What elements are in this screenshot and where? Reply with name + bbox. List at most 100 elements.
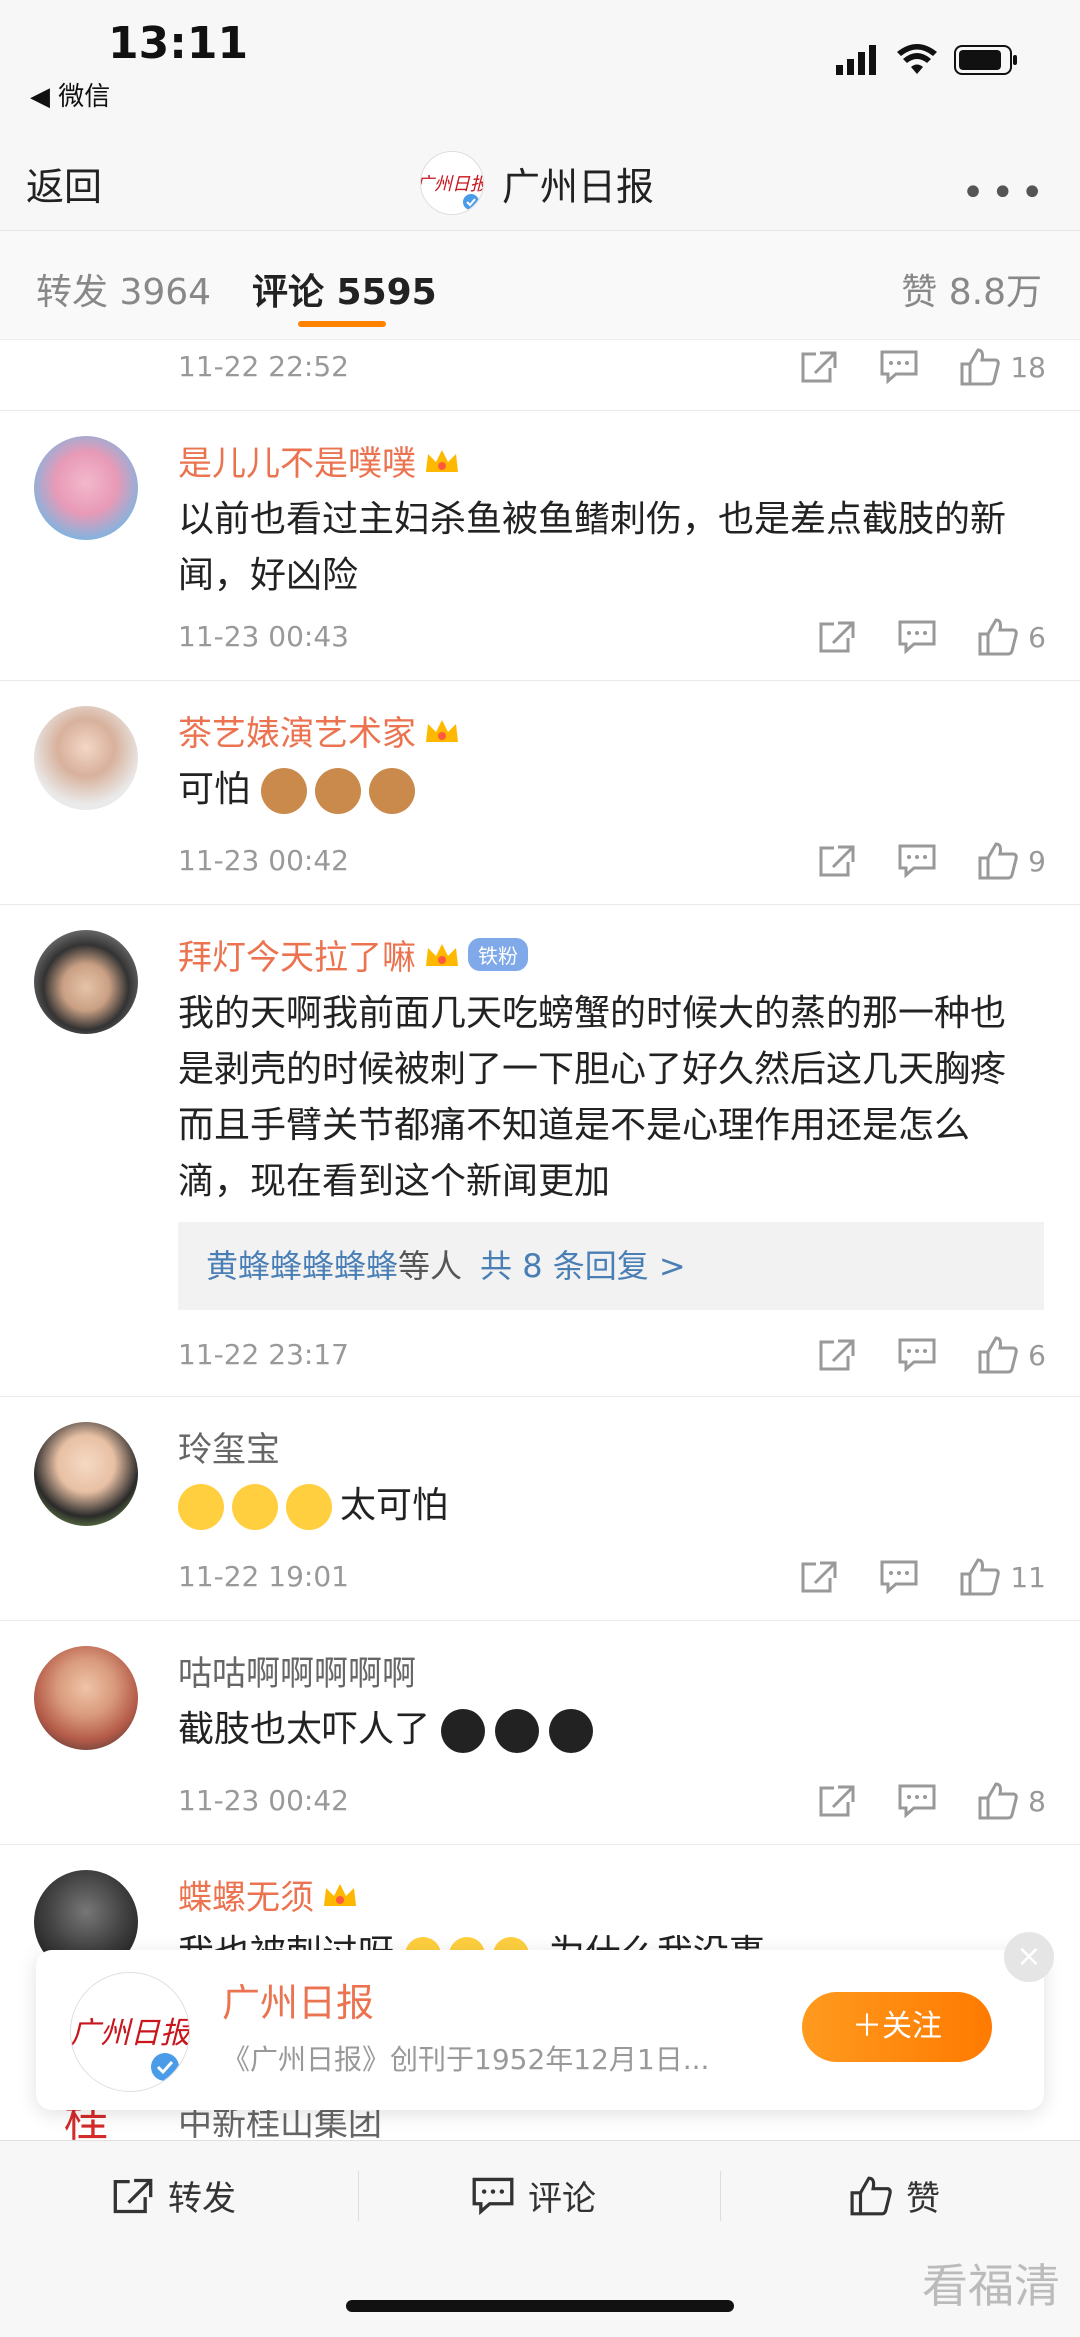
like-count: 6 bbox=[1028, 620, 1046, 654]
comment-text: 以前也看过主妇杀鱼被鱼鳍刺伤，也是差点截肢的新闻，好凶险 bbox=[178, 499, 1007, 596]
avatar[interactable] bbox=[34, 436, 138, 540]
monkey-emoji-icon bbox=[315, 768, 362, 814]
like-button[interactable]: 6 bbox=[978, 618, 1046, 656]
like-count: 6 bbox=[1028, 1338, 1046, 1372]
page-title: 广州日报 bbox=[502, 164, 655, 209]
reply-summary[interactable]: 黄蜂蜂蜂蜂蜂等人共 8 条回复 > bbox=[178, 1222, 1044, 1310]
avatar[interactable] bbox=[34, 930, 138, 1034]
comment-text: 太可怕 bbox=[340, 1485, 449, 1526]
comment-username[interactable]: 蝶螺无须 bbox=[178, 1870, 358, 1919]
comment-actions: 9 bbox=[818, 842, 1046, 880]
comment-icon[interactable] bbox=[880, 1560, 918, 1594]
comment-icon[interactable] bbox=[898, 620, 936, 654]
nav-title-group[interactable]: 广州日报 广州日报 bbox=[420, 146, 654, 220]
watermark: 看福清 bbox=[922, 2259, 1060, 2313]
username-text: 咕咕啊啊啊啊啊 bbox=[178, 1654, 416, 1694]
comment-time: 11-22 23:17 bbox=[178, 1338, 349, 1371]
list-item: 是儿儿不是噗噗 以前也看过主妇杀鱼被鱼鳍刺伤，也是差点截肢的新闻，好凶险 11-… bbox=[0, 412, 1080, 681]
like-label: 赞 bbox=[906, 2179, 940, 2219]
thumbs-up-icon bbox=[978, 618, 1018, 656]
thumbs-up-icon bbox=[960, 1558, 1001, 1596]
username-text: 拜灯今天拉了嘛 bbox=[178, 938, 416, 978]
avatar[interactable] bbox=[34, 1422, 138, 1526]
share-icon[interactable] bbox=[800, 1560, 838, 1594]
share-icon bbox=[113, 2178, 153, 2213]
comment-actions: 6 bbox=[818, 1336, 1046, 1374]
username-text: 茶艺婊演艺术家 bbox=[178, 714, 416, 754]
newspaper-logo-icon: 广州日报 bbox=[71, 1973, 189, 2091]
crying-emoji-icon bbox=[232, 1484, 278, 1530]
avatar[interactable] bbox=[34, 706, 138, 810]
like-count: 18 bbox=[1010, 350, 1046, 384]
more-button[interactable]: ••• bbox=[961, 170, 1050, 216]
close-button[interactable]: × bbox=[1004, 1932, 1054, 1982]
follow-suggestion-card[interactable]: × 广州日报 广州日报 《广州日报》创刊于1952年12月1日... ＋关注 bbox=[36, 1932, 1054, 2110]
share-icon[interactable] bbox=[818, 1784, 856, 1818]
comment-icon[interactable] bbox=[898, 844, 936, 878]
list-item: 11-22 22:52 18 bbox=[0, 340, 1080, 411]
share-icon[interactable] bbox=[818, 1338, 856, 1372]
comment-icon[interactable] bbox=[898, 1784, 936, 1818]
battery-icon bbox=[954, 45, 1017, 75]
crying-emoji-icon bbox=[178, 1484, 224, 1530]
back-button[interactable]: 返回 bbox=[26, 156, 102, 211]
thumbs-up-icon bbox=[850, 2176, 892, 2215]
comment-time: 11-23 00:43 bbox=[178, 620, 349, 653]
like-count: 8 bbox=[1028, 1784, 1046, 1818]
crown-badge-icon bbox=[426, 719, 458, 742]
repost-label: 转发 bbox=[168, 2179, 236, 2219]
fan-badge: 铁粉 bbox=[468, 938, 528, 971]
newspaper-logo-icon: 广州日报 bbox=[421, 152, 483, 214]
comment-username[interactable]: 拜灯今天拉了嘛 铁粉 bbox=[178, 930, 528, 979]
comment-username[interactable]: 咕咕啊啊啊啊啊 bbox=[178, 1646, 416, 1695]
crown-badge-icon bbox=[426, 943, 458, 966]
status-time: 13:11 bbox=[108, 18, 249, 69]
comment-icon[interactable] bbox=[898, 1338, 936, 1372]
crown-badge-icon bbox=[426, 449, 458, 472]
crown-badge-icon bbox=[324, 1883, 356, 1906]
like-button[interactable]: 8 bbox=[978, 1782, 1046, 1820]
comment-actions: 6 bbox=[818, 618, 1046, 656]
follow-button[interactable]: ＋关注 bbox=[802, 1992, 992, 2062]
repost-button[interactable]: 转发 bbox=[112, 2171, 236, 2220]
comment-time: 11-23 00:42 bbox=[178, 844, 349, 877]
comment-text: 可怕 bbox=[178, 769, 251, 810]
comment-time: 11-23 00:42 bbox=[178, 1784, 349, 1817]
account-avatar: 广州日报 bbox=[420, 151, 484, 215]
share-icon[interactable] bbox=[818, 620, 856, 654]
share-icon[interactable] bbox=[818, 844, 856, 878]
comment-text: 截肢也太吓人了 bbox=[178, 1709, 431, 1750]
list-item: 咕咕啊啊啊啊啊 截肢也太吓人了 11-23 00:42 8 bbox=[0, 1622, 1080, 1845]
comment-text: 我的天啊我前面几天吃螃蟹的时候大的蒸的那一种也是剥壳的时候被刺了一下胆心了好久然… bbox=[178, 993, 1007, 1202]
like-button[interactable]: 9 bbox=[978, 842, 1046, 880]
signal-icon bbox=[836, 45, 876, 75]
popup-description: 《广州日报》创刊于1952年12月1日... bbox=[222, 2043, 710, 2076]
like-button[interactable]: 18 bbox=[960, 348, 1046, 386]
popup-avatar[interactable]: 广州日报 bbox=[70, 1972, 190, 2092]
back-to-wechat-link[interactable]: ◀ 微信 bbox=[30, 76, 110, 113]
like-button[interactable]: 6 bbox=[978, 1336, 1046, 1374]
like-button[interactable]: 11 bbox=[960, 1558, 1046, 1596]
like-button[interactable]: 赞 bbox=[850, 2171, 940, 2220]
username-text: 蝶螺无须 bbox=[178, 1878, 314, 1918]
comment-button[interactable]: 评论 bbox=[472, 2171, 596, 2220]
username-text: 是儿儿不是噗噗 bbox=[178, 444, 416, 484]
comment-actions: 8 bbox=[818, 1782, 1046, 1820]
comment-icon[interactable] bbox=[880, 350, 918, 384]
avatar[interactable] bbox=[34, 1646, 138, 1750]
list-item: 玲玺宝 太可怕 11-22 19:01 11 bbox=[0, 1398, 1080, 1621]
comment-username[interactable]: 茶艺婊演艺术家 bbox=[178, 706, 460, 755]
status-bar: 13:11 ◀ 微信 bbox=[0, 0, 1080, 140]
home-indicator[interactable] bbox=[346, 2300, 734, 2312]
divider bbox=[358, 2171, 359, 2221]
tab-like[interactable]: 赞 8.8万 bbox=[901, 263, 1042, 315]
tab-repost[interactable]: 转发 3964 bbox=[36, 263, 211, 315]
popup-account-name: 广州日报 bbox=[222, 1981, 375, 2025]
comment-username[interactable]: 是儿儿不是噗噗 bbox=[178, 436, 460, 485]
tab-comment[interactable]: 评论 5595 bbox=[252, 263, 437, 315]
comment-username[interactable]: 玲玺宝 bbox=[178, 1422, 280, 1471]
thumbs-up-icon bbox=[960, 348, 1001, 386]
monkey-emoji-icon bbox=[369, 768, 416, 814]
share-icon[interactable] bbox=[800, 350, 838, 384]
comment-label: 评论 bbox=[528, 2179, 596, 2219]
